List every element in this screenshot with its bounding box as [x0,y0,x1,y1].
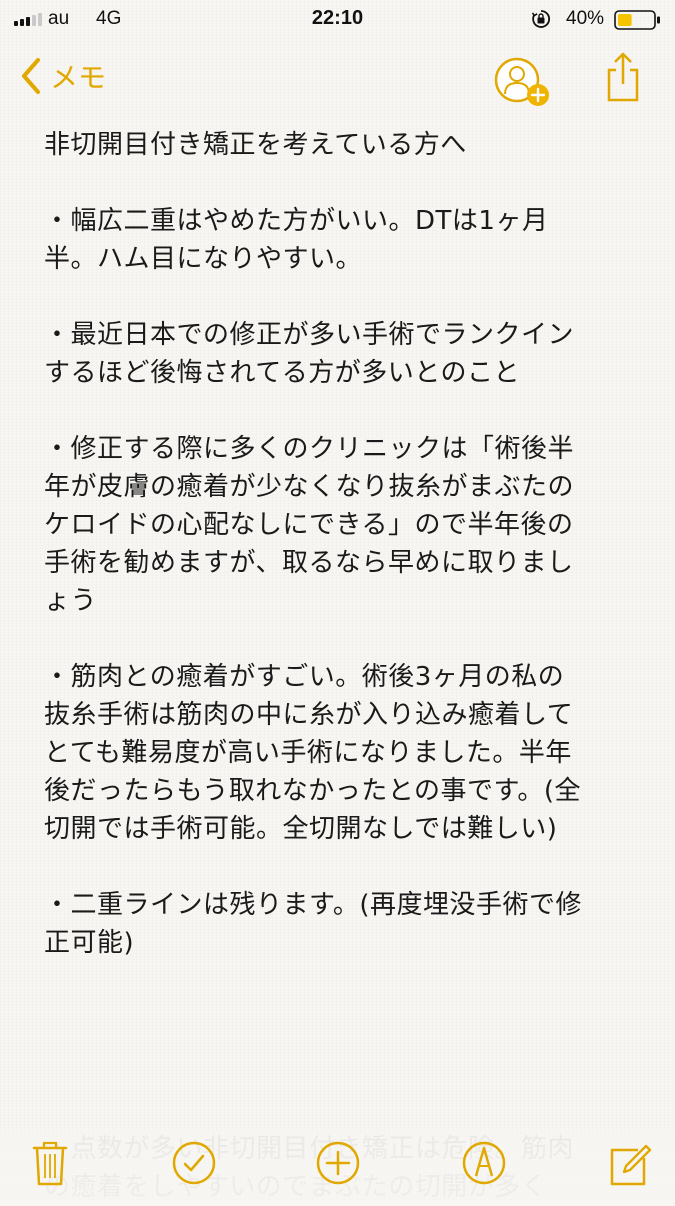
bottom-toolbar [0,1130,675,1200]
note-text-line: 年が皮膚の癒着が少なくなり抜糸がまぶたの [44,472,575,502]
sketch-icon[interactable] [460,1136,508,1190]
navigation-bar: メモ [0,40,675,120]
note-text-line: ・筋肉との癒着がすごい。術後3ヶ月の私の [44,662,565,692]
note-blank-line [44,848,644,886]
note-text-line: ・幅広二重はやめた方がいい。DTは1ヶ月 [44,206,549,236]
note-text-line: ケロイドの心配なしにできる」ので半年後の [44,510,574,540]
note-blank-line [44,620,644,658]
compose-icon[interactable] [604,1136,652,1190]
note-text-line: するほど後悔されてる方が多いとのこと [44,358,520,388]
note-text-line: とても難易度が高い手術になりました。半年 [44,738,572,768]
note-text-line: ょう [44,586,98,616]
battery-percentage: 40% [566,8,605,29]
note-text-line: 正可能) [44,928,135,958]
checklist-icon[interactable] [170,1136,218,1190]
add-person-icon[interactable] [493,52,557,112]
note-text-line: ・最近日本での修正が多い手術でランクイン [44,320,575,350]
note-text-line: 手術を勧めますが、取るなら早めに取りまし [44,548,574,578]
note-text-line: 後だったらもう取れなかったとの事です。(全 [44,776,582,806]
status-bar: au 4G 22:10 40% [0,0,675,40]
chevron-left-icon [22,58,40,94]
note-text-line: 切開では手術可能。全切開なしでは難しい) [44,814,558,844]
note-text-line: ・二重ラインは残ります。(再度埋没手術で修 [44,890,583,920]
add-icon[interactable] [314,1136,362,1190]
note-blank-line [44,392,644,430]
battery-icon [614,10,660,30]
back-label: メモ [50,61,107,94]
back-button[interactable]: メモ [18,54,106,98]
note-text-line: 非切開目付き矯正を考えている方へ [44,130,467,160]
note-blank-line [44,164,644,202]
note-text-line: 半。ハム目になりやすい。 [44,244,363,274]
trash-icon[interactable] [26,1136,74,1190]
orientation-lock-icon [531,10,550,28]
note-text-line: ・修正する際に多くのクリニックは「術後半 [44,434,575,464]
note-blank-line [44,278,644,316]
share-icon[interactable] [603,48,643,104]
note-text-line: 抜糸手術は筋肉の中に糸が入り込み癒着して [44,700,574,730]
note-body[interactable]: 非切開目付き矯正を考えている方へ・幅広二重はやめた方がいい。DTは1ヶ月 半。ハム… [44,126,644,962]
